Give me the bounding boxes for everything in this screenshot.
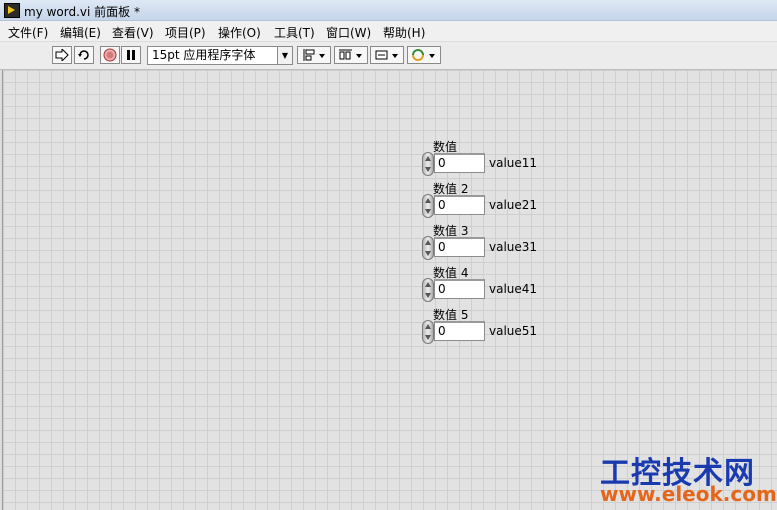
- menu-file[interactable]: 文件(F): [8, 24, 48, 41]
- reorder-button[interactable]: [407, 46, 441, 64]
- numeric-control-2[interactable]: 数值 2 0 value21: [422, 180, 552, 222]
- run-continuously-button[interactable]: [74, 46, 94, 64]
- pause-icon: [127, 50, 135, 60]
- value-label: value51: [489, 324, 538, 338]
- menu-view[interactable]: 查看(V): [112, 24, 154, 41]
- reorder-icon: [412, 49, 435, 61]
- menu-window[interactable]: 窗口(W): [326, 24, 371, 41]
- numeric-control-5[interactable]: 数值 5 0 value51: [422, 306, 552, 348]
- numeric-control-3[interactable]: 数值 3 0 value31: [422, 222, 552, 264]
- menu-help[interactable]: 帮助(H): [383, 24, 425, 41]
- front-panel[interactable]: [2, 70, 777, 510]
- run-button[interactable]: [52, 46, 72, 64]
- font-dropdown-value: 15pt 应用程序字体: [152, 48, 256, 62]
- toolbar: 15pt 应用程序字体 ▼: [0, 42, 777, 70]
- increment-decrement-spinner[interactable]: [422, 152, 434, 176]
- align-icon: [303, 49, 325, 61]
- value-label: value41: [489, 282, 538, 296]
- numeric-input[interactable]: 0: [434, 195, 485, 215]
- run-continuously-icon: [78, 50, 89, 60]
- numeric-control-4[interactable]: 数值 4 0 value41: [422, 264, 552, 306]
- resize-objects-button[interactable]: [370, 46, 404, 64]
- numeric-input[interactable]: 0: [434, 237, 485, 257]
- numeric-input[interactable]: 0: [434, 153, 485, 173]
- value-label: value31: [489, 240, 538, 254]
- numeric-input[interactable]: 0: [434, 321, 485, 341]
- resize-icon: [375, 50, 398, 60]
- increment-decrement-spinner[interactable]: [422, 194, 434, 218]
- run-arrow-icon: [55, 49, 69, 61]
- menu-project[interactable]: 项目(P): [165, 24, 206, 41]
- distribute-icon: [339, 49, 362, 60]
- labview-vi-icon: [4, 3, 20, 18]
- numeric-control-1[interactable]: 数值 0 value11: [422, 138, 552, 180]
- increment-decrement-spinner[interactable]: [422, 236, 434, 260]
- menu-bar: 文件(F) 编辑(E) 查看(V) 项目(P) 操作(O) 工具(T) 窗口(W…: [0, 21, 777, 41]
- watermark-url: www.eleok.com: [600, 482, 777, 506]
- window-title: my word.vi 前面板 *: [24, 5, 140, 19]
- increment-decrement-spinner[interactable]: [422, 320, 434, 344]
- value-label: value11: [489, 156, 538, 170]
- increment-decrement-spinner[interactable]: [422, 278, 434, 302]
- abort-button[interactable]: [100, 46, 120, 64]
- font-dropdown[interactable]: 15pt 应用程序字体 ▼: [147, 46, 293, 65]
- align-objects-button[interactable]: [297, 46, 331, 64]
- menu-edit[interactable]: 编辑(E): [60, 24, 101, 41]
- title-bar: my word.vi 前面板 *: [0, 0, 777, 21]
- distribute-objects-button[interactable]: [334, 46, 368, 64]
- chevron-down-icon: ▼: [277, 47, 292, 64]
- pause-button[interactable]: [121, 46, 141, 64]
- menu-tools[interactable]: 工具(T): [274, 24, 315, 41]
- menu-operate[interactable]: 操作(O): [218, 24, 261, 41]
- value-label: value21: [489, 198, 538, 212]
- numeric-input[interactable]: 0: [434, 279, 485, 299]
- abort-icon: [103, 48, 117, 62]
